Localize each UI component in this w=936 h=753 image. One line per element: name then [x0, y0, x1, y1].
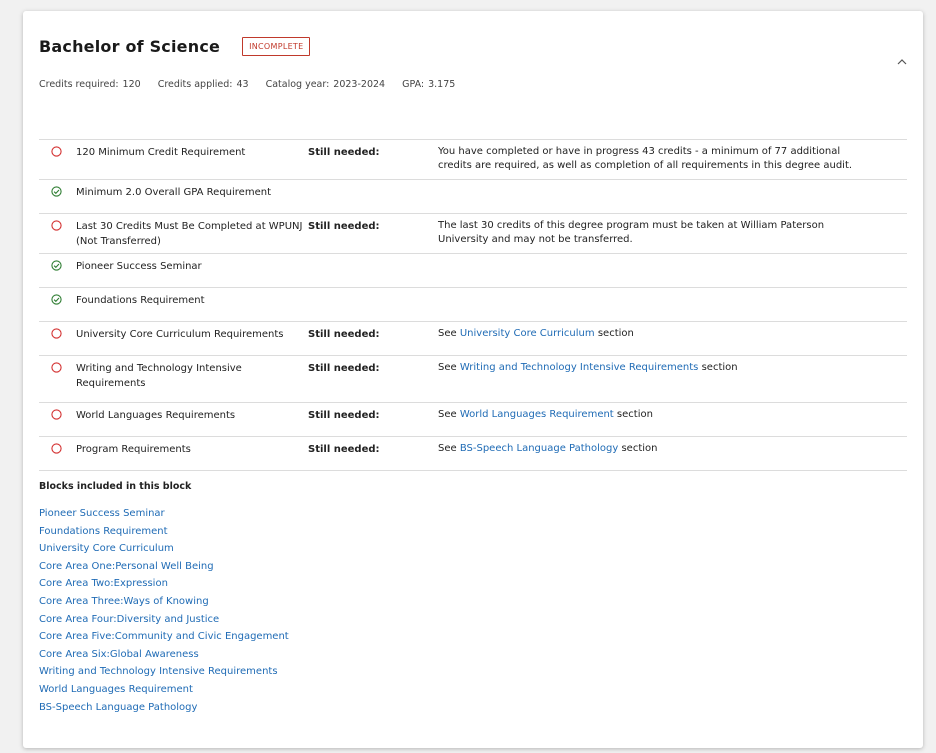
blocks-included-heading: Blocks included in this block [39, 481, 192, 492]
still-needed-label: Still needed: [308, 213, 438, 254]
block-link[interactable]: Core Area Three:Ways of Knowing [39, 596, 209, 607]
section-link[interactable]: World Languages Requirement [460, 409, 614, 420]
requirement-see-section: See University Core Curriculum section [438, 321, 907, 356]
block-list-item: Pioneer Success Seminar [39, 505, 289, 523]
block-list-item: Core Area Five:Community and Civic Engag… [39, 628, 289, 646]
section-suffix: section [597, 328, 634, 339]
check-circle-icon [51, 260, 62, 271]
gpa: GPA: 3.175 [402, 79, 456, 90]
block-list-item: World Languages Requirement [39, 681, 289, 699]
still-needed-label: Still needed: [308, 402, 438, 437]
block-list-item: Core Area Two:Expression [39, 575, 289, 593]
still-needed-label: Still needed: [308, 139, 438, 180]
requirement-name: Program Requirements [76, 436, 308, 471]
chevron-up-icon[interactable] [895, 55, 909, 69]
block-list-item: Core Area One:Personal Well Being [39, 558, 289, 576]
circle-outline-icon [51, 409, 62, 420]
credits-applied: Credits applied: 43 [157, 79, 249, 90]
requirement-description: You have completed or have in progress 4… [438, 139, 907, 180]
requirement-row[interactable]: Minimum 2.0 Overall GPA Requirement [39, 179, 907, 214]
requirements-table: 120 Minimum Credit Requirement Still need… [39, 139, 907, 471]
block-link[interactable]: Core Area Six:Global Awareness [39, 649, 199, 660]
circle-outline-icon [51, 328, 62, 339]
block-link[interactable]: Core Area One:Personal Well Being [39, 561, 214, 572]
still-needed-label: Still needed: [308, 355, 438, 403]
blocks-included-list: Pioneer Success Seminar Foundations Requi… [39, 505, 289, 716]
block-list-item: Foundations Requirement [39, 523, 289, 541]
section-link[interactable]: Writing and Technology Intensive Require… [460, 362, 699, 373]
requirement-see-section: See BS-Speech Language Pathology section [438, 436, 907, 471]
circle-outline-icon [51, 443, 62, 454]
requirement-see-section: See World Languages Requirement section [438, 402, 907, 437]
section-link[interactable]: BS-Speech Language Pathology [460, 443, 618, 454]
circle-outline-icon [51, 362, 62, 373]
requirement-row[interactable]: Foundations Requirement [39, 287, 907, 322]
requirement-description: The last 30 credits of this degree progr… [438, 213, 907, 254]
see-text: See [438, 409, 457, 420]
requirement-name: Writing and Technology Intensive Require… [76, 355, 308, 403]
degree-block-card: Bachelor of Science INCOMPLETE Credits r… [23, 11, 923, 748]
requirement-name: University Core Curriculum Requirements [76, 321, 308, 356]
requirement-row[interactable]: World Languages Requirements Still needed… [39, 402, 907, 437]
requirement-row[interactable]: 120 Minimum Credit Requirement Still need… [39, 139, 907, 180]
still-needed-label: Still needed: [308, 436, 438, 471]
block-link[interactable]: Core Area Four:Diversity and Justice [39, 614, 219, 625]
block-link[interactable]: Core Area Two:Expression [39, 578, 168, 589]
requirement-name: 120 Minimum Credit Requirement [76, 139, 308, 180]
section-suffix: section [621, 443, 658, 454]
requirement-name: World Languages Requirements [76, 402, 308, 437]
section-suffix: section [616, 409, 653, 420]
block-list-item: Core Area Three:Ways of Knowing [39, 593, 289, 611]
block-link[interactable]: BS-Speech Language Pathology [39, 702, 197, 713]
see-text: See [438, 443, 457, 454]
requirement-name: Minimum 2.0 Overall GPA Requirement [76, 179, 308, 214]
requirement-row[interactable]: Writing and Technology Intensive Require… [39, 355, 907, 403]
block-link[interactable]: University Core Curriculum [39, 543, 174, 554]
block-link[interactable]: Foundations Requirement [39, 526, 168, 537]
block-summary: Credits required: 120 Credits applied: 43 … [39, 79, 455, 90]
block-link[interactable]: Core Area Five:Community and Civic Engag… [39, 631, 289, 642]
requirement-name: Pioneer Success Seminar [76, 253, 308, 288]
block-link[interactable]: World Languages Requirement [39, 684, 193, 695]
requirement-name: Foundations Requirement [76, 287, 308, 322]
block-list-item: Writing and Technology Intensive Require… [39, 663, 289, 681]
requirement-see-section: See Writing and Technology Intensive Req… [438, 355, 907, 403]
circle-outline-icon [51, 146, 62, 157]
requirement-row[interactable]: Pioneer Success Seminar [39, 253, 907, 288]
block-list-item: University Core Curriculum [39, 540, 289, 558]
see-text: See [438, 362, 457, 373]
catalog-year: Catalog year: 2023-2024 [265, 79, 386, 90]
block-header: Bachelor of Science INCOMPLETE [39, 37, 311, 56]
block-link[interactable]: Writing and Technology Intensive Require… [39, 666, 278, 677]
requirement-row[interactable]: Program Requirements Still needed: See BS-… [39, 436, 907, 471]
see-text: See [438, 328, 457, 339]
check-circle-icon [51, 186, 62, 197]
block-link[interactable]: Pioneer Success Seminar [39, 508, 165, 519]
still-needed-label: Still needed: [308, 321, 438, 356]
requirement-row[interactable]: University Core Curriculum Requirements S… [39, 321, 907, 356]
circle-outline-icon [51, 220, 62, 231]
block-title: Bachelor of Science [39, 37, 221, 56]
credits-required: Credits required: 120 [39, 79, 141, 90]
requirement-name: Last 30 Credits Must Be Completed at WPU… [76, 213, 308, 254]
block-list-item: Core Area Six:Global Awareness [39, 646, 289, 664]
section-link[interactable]: University Core Curriculum [460, 328, 595, 339]
status-badge: INCOMPLETE [242, 37, 311, 56]
check-circle-icon [51, 294, 62, 305]
block-list-item: BS-Speech Language Pathology [39, 699, 289, 717]
block-list-item: Core Area Four:Diversity and Justice [39, 611, 289, 629]
requirement-row[interactable]: Last 30 Credits Must Be Completed at WPU… [39, 213, 907, 254]
section-suffix: section [701, 362, 738, 373]
